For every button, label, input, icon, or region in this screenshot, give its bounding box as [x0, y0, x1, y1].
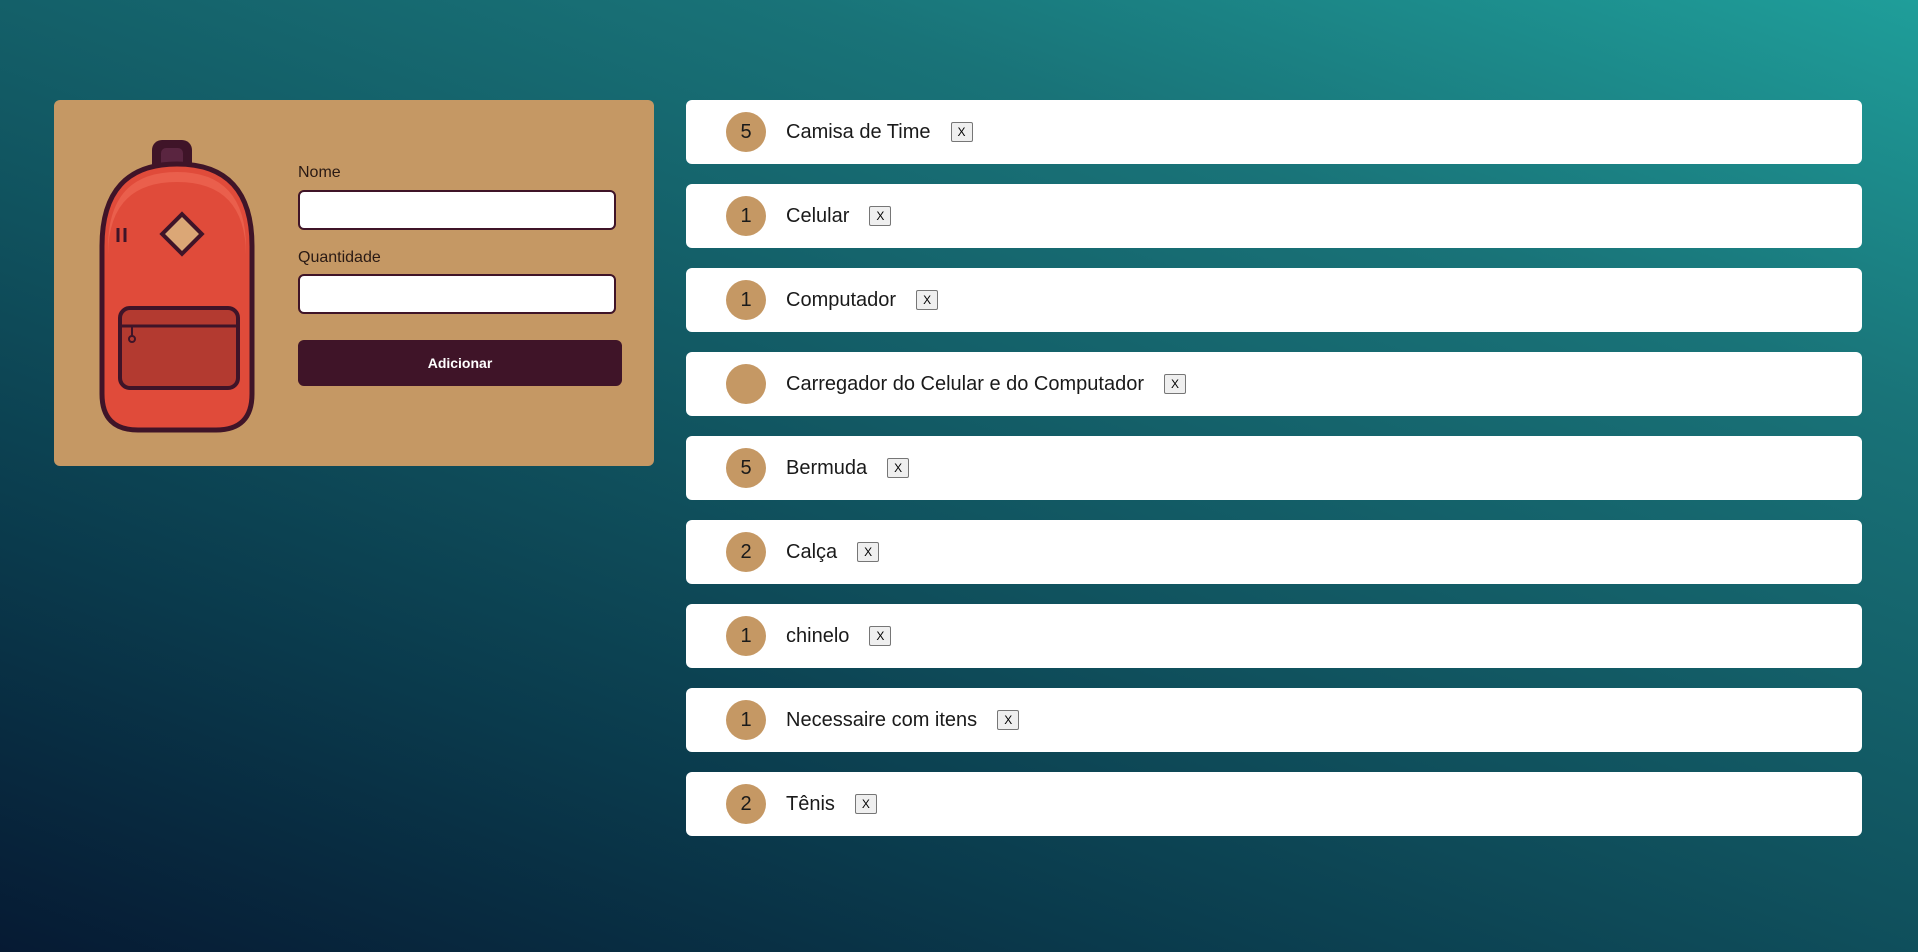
- quantity-input[interactable]: [298, 274, 616, 314]
- remove-button[interactable]: X: [1163, 374, 1186, 394]
- remove-button[interactable]: X: [950, 122, 973, 142]
- list-item: 2 Tênis X: [686, 772, 1862, 836]
- list-item: 5 Camisa de Time X: [686, 100, 1862, 164]
- add-item-form: Nome Quantidade Adicionar: [54, 100, 654, 466]
- quantity-badge: 1: [726, 280, 766, 320]
- quantity-label: Quantidade: [298, 249, 381, 266]
- remove-button[interactable]: X: [887, 458, 910, 478]
- quantity-badge: 1: [726, 616, 766, 656]
- backpack-icon: [99, 140, 255, 433]
- quantity-badge: 5: [726, 112, 766, 152]
- list-item: 1 Computador X: [686, 268, 1862, 332]
- quantity-badge: 5: [726, 448, 766, 488]
- item-name: Carregador do Celular e do Computador: [786, 372, 1144, 395]
- quantity-badge: 1: [726, 196, 766, 236]
- item-name: chinelo: [786, 624, 850, 647]
- item-name: Calça: [786, 540, 838, 563]
- remove-button[interactable]: X: [869, 626, 892, 646]
- remove-button[interactable]: X: [916, 290, 939, 310]
- item-name: Tênis: [786, 792, 835, 815]
- quantity-badge: [726, 364, 766, 404]
- list-item: 2 Calça X: [686, 520, 1862, 584]
- name-label: Nome: [298, 164, 341, 181]
- quantity-badge: 1: [726, 700, 766, 740]
- item-name: Necessaire com itens: [786, 708, 978, 731]
- name-input[interactable]: [298, 190, 616, 230]
- remove-button[interactable]: X: [854, 794, 877, 814]
- item-list: 5 Camisa de Time X 1 Celular X 1 Computa…: [686, 100, 1862, 856]
- list-item: Carregador do Celular e do Computador X: [686, 352, 1862, 416]
- item-name: Bermuda: [786, 456, 868, 479]
- remove-button[interactable]: X: [857, 542, 880, 562]
- remove-button[interactable]: X: [869, 206, 892, 226]
- remove-button[interactable]: X: [997, 710, 1020, 730]
- quantity-badge: 2: [726, 784, 766, 824]
- quantity-badge: 2: [726, 532, 766, 572]
- list-item: 1 chinelo X: [686, 604, 1862, 668]
- add-button[interactable]: Adicionar: [298, 340, 622, 386]
- list-item: 1 Necessaire com itens X: [686, 688, 1862, 752]
- list-item: 5 Bermuda X: [686, 436, 1862, 500]
- item-name: Celular: [786, 204, 850, 227]
- item-name: Camisa de Time: [786, 120, 931, 143]
- list-item: 1 Celular X: [686, 184, 1862, 248]
- item-name: Computador: [786, 288, 897, 311]
